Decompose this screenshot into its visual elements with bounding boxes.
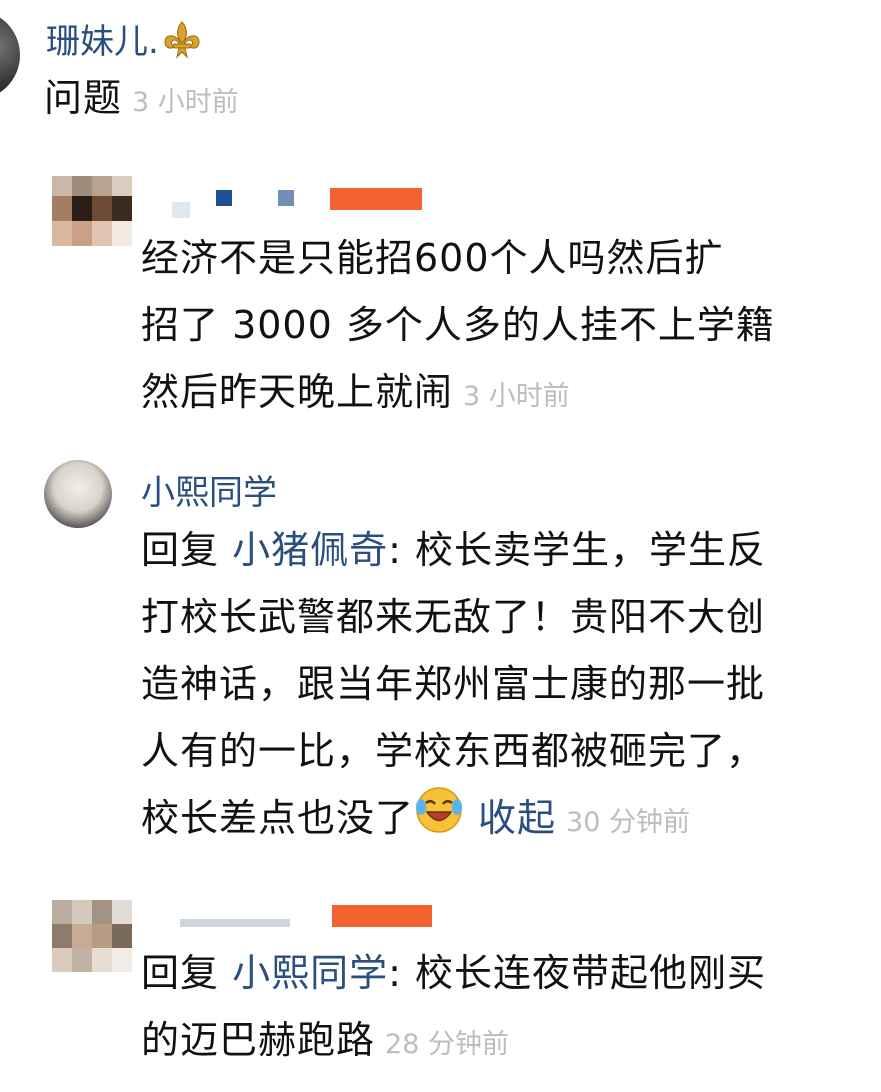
comment-text: 经济不是只能招600个人吗然后扩 招了 3000 多个人多的人挂不上学籍 然后昨… xyxy=(141,236,775,414)
mention-link[interactable]: 小熙同学 xyxy=(232,951,388,995)
comment-4: 回复 小熙同学: 校长连夜带起他刚买 的迈巴赫跑路 28 分钟前 xyxy=(0,895,881,1092)
laughing-crying-emoji-icon xyxy=(414,785,464,856)
fleur-de-lis-icon xyxy=(161,19,203,68)
redacted-username xyxy=(172,901,452,937)
comment-2: 经济不是只能招600个人吗然后扩 招了 3000 多个人多的人挂不上学籍 然后昨… xyxy=(0,170,881,440)
avatar[interactable] xyxy=(44,460,112,528)
collapse-link[interactable]: 收起 xyxy=(478,796,556,840)
avatar[interactable] xyxy=(0,10,20,100)
comment-text: 回复 小熙同学: 校长连夜带起他刚买 的迈巴赫跑路 28 分钟前 xyxy=(141,951,767,1062)
username[interactable]: 小熙同学 xyxy=(141,465,277,514)
mention-link[interactable]: 小猪佩奇 xyxy=(232,528,388,572)
timestamp: 30 分钟前 xyxy=(566,807,690,838)
comment-text: 问题 3 小时前 xyxy=(44,76,239,120)
comment-1: 珊妹儿. 问题 3 小时前 xyxy=(0,0,881,140)
timestamp: 28 分钟前 xyxy=(385,1029,509,1060)
comment-3: 小熙同学 回复 小猪佩奇: 校长卖学生，学生反 打校长武警都来无敌了！贵阳不大创… xyxy=(0,455,881,855)
avatar[interactable] xyxy=(52,900,132,972)
timestamp: 3 小时前 xyxy=(463,381,570,412)
comment-text: 回复 小猪佩奇: 校长卖学生，学生反 打校长武警都来无敌了！贵阳不大创 造神话，… xyxy=(141,517,766,856)
timestamp: 3 小时前 xyxy=(132,87,239,118)
username[interactable]: 珊妹儿. xyxy=(46,14,203,68)
avatar[interactable] xyxy=(52,176,132,246)
redacted-username xyxy=(172,180,432,220)
username-text[interactable]: 珊妹儿. xyxy=(46,22,159,62)
